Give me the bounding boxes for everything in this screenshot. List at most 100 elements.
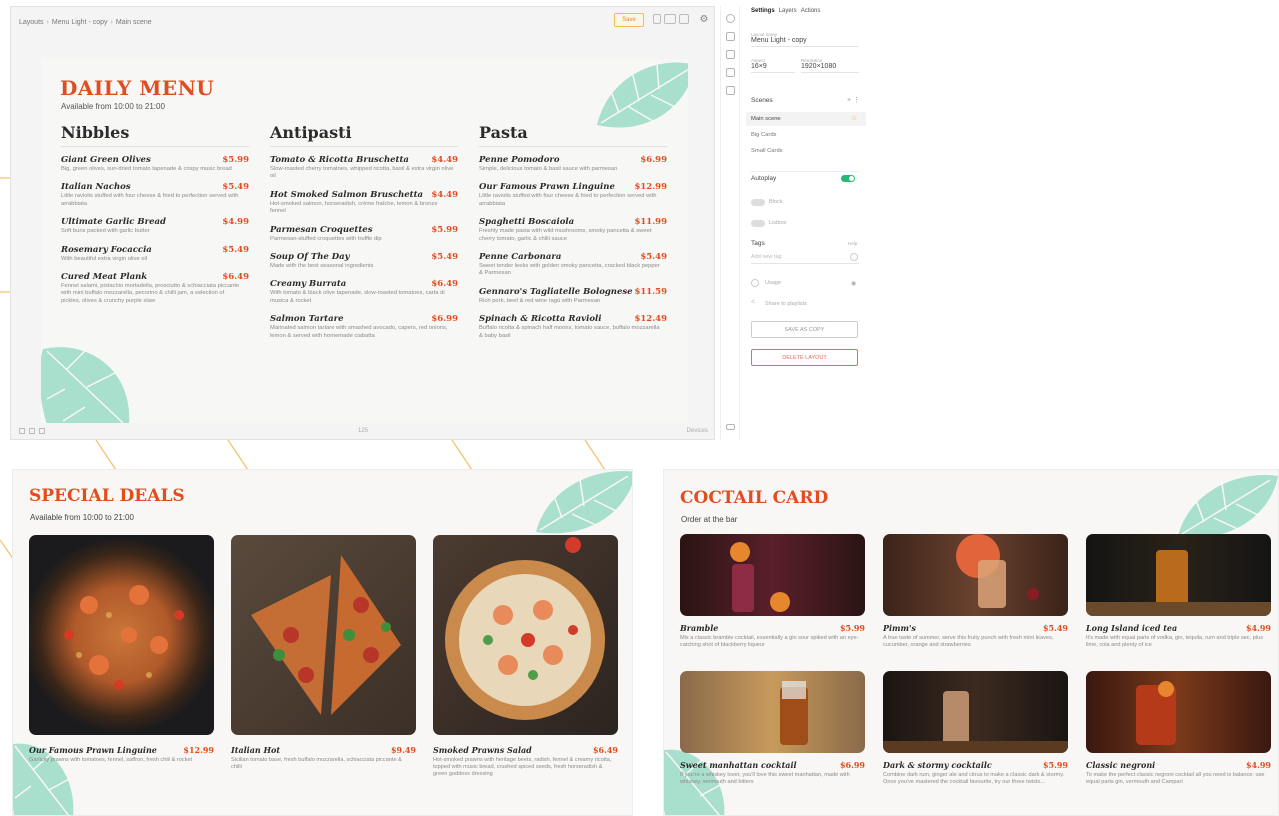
- scene-small-cards[interactable]: Small Cards: [746, 144, 866, 158]
- item-description: Buffalo ricotta & spinach half moons, to…: [479, 325, 660, 339]
- cocktail-description: If you're a whiskey lover, you'll love t…: [680, 772, 850, 785]
- cocktail-name: Dark & stormy cocktailc: [883, 760, 992, 770]
- breadcrumb-layouts[interactable]: Layouts: [19, 19, 44, 26]
- autoplay-toggle[interactable]: [841, 175, 855, 182]
- item-price: $6.99: [431, 314, 458, 325]
- tool-strip: [720, 6, 740, 440]
- usage-label[interactable]: Usage: [765, 280, 781, 286]
- item-description: With beautiful extra virgin olive oil: [61, 255, 148, 262]
- cocktail-price: $6.99: [839, 760, 865, 770]
- info-icon[interactable]: ◉: [851, 280, 856, 287]
- device-preview-toggle[interactable]: [653, 14, 689, 24]
- item-description: Sweet tender leeks with golden smoky pan…: [479, 263, 660, 277]
- add-tag-icon[interactable]: [850, 253, 858, 261]
- pizza-illustration: [251, 555, 401, 715]
- fit-icon[interactable]: [39, 428, 45, 434]
- pimms-illustration: [956, 534, 1039, 608]
- menu-item: Parmesan Croquettes $5.99 Parmesan-stuffed…: [270, 225, 458, 243]
- portrait-icon[interactable]: [653, 14, 661, 24]
- item-description: Little raviolis stuffed with four cheese…: [61, 193, 239, 207]
- item-description: Soft buns packed with garlic butter: [61, 228, 150, 235]
- item-name: Tomato & Ricotta Bruschetta: [270, 155, 409, 165]
- palette-icon[interactable]: [726, 14, 735, 23]
- cocktail-price: $5.99: [839, 623, 865, 633]
- widescreen-icon[interactable]: [679, 14, 689, 24]
- menu-column-pasta: Pasta Penne Pomodoro $6.99 Simple, delicio…: [479, 123, 667, 349]
- item-name: Italian Nachos: [61, 182, 131, 193]
- devices-link[interactable]: Devices: [687, 428, 708, 434]
- block-label: Block: [769, 199, 783, 205]
- zoom-level[interactable]: 125: [358, 428, 368, 434]
- coctail-card: COCTAIL CARD Order at the bar Bramble $5…: [663, 469, 1279, 816]
- long-island-photo: [1086, 534, 1271, 616]
- layers-icon[interactable]: [29, 428, 35, 434]
- cocktail-description: Mix a classic bramble cocktail, essentia…: [680, 635, 859, 648]
- cocktail-price: $4.99: [1245, 760, 1271, 770]
- text-icon[interactable]: [726, 50, 735, 59]
- layout-name-field[interactable]: Layout name Menu Light - copy: [751, 32, 859, 47]
- settings-panel: Settings Layers Actions Layout name Menu…: [741, 0, 869, 440]
- item-price: $4.49: [431, 189, 458, 200]
- menu-item: Rosemary Focaccia $5.49 With beautiful ext…: [61, 245, 249, 263]
- grid-icon[interactable]: [19, 428, 25, 434]
- tab-actions[interactable]: Actions: [801, 8, 821, 14]
- editor-bottombar: 125 Devices: [11, 425, 714, 439]
- block-toggle[interactable]: [751, 199, 765, 206]
- share-to-playlists-link[interactable]: Share to playlists: [765, 301, 807, 307]
- landscape-icon[interactable]: [664, 14, 676, 24]
- menu-item: Italian Nachos $5.49 Little raviolis stuff…: [61, 182, 249, 208]
- item-price: $5.49: [640, 252, 667, 263]
- delete-layout-button[interactable]: DELETE LAYOUT: [751, 349, 858, 366]
- deals-subtitle: Available from 10:00 to 21:00: [30, 513, 134, 522]
- menu-item: Gennaro's Tagliatelle Bolognese $11.59 Ric…: [479, 287, 667, 305]
- star-icon[interactable]: ☆: [851, 114, 857, 122]
- breadcrumb-scene: Main scene: [115, 18, 152, 26]
- deal-name: Our Famous Prawn Linguine: [29, 745, 157, 755]
- tags-input[interactable]: Add new tag: [751, 254, 859, 264]
- deal-price: $6.49: [592, 745, 618, 755]
- breadcrumb-layout-name[interactable]: Menu Light - copy: [52, 19, 108, 26]
- aspect-select[interactable]: 16×9: [751, 63, 795, 73]
- cocktail-name: Pimm's: [883, 623, 916, 633]
- resolution-field[interactable]: Resolution 1920×1080: [801, 58, 859, 73]
- scene-main[interactable]: Main scene: [746, 112, 866, 126]
- negroni-illustration: [1136, 681, 1176, 745]
- menu-item: Cured Meat Plank $6.49 Fennel salami, pist…: [61, 272, 249, 305]
- panel-tabs: Settings Layers Actions: [751, 8, 820, 14]
- cocktail-name: Sweet manhattan cocktail: [680, 760, 797, 770]
- menu-item: Creamy Burrata $6.49 With tomato & black o…: [270, 279, 458, 305]
- tab-settings[interactable]: Settings: [751, 8, 775, 14]
- tab-layers[interactable]: Layers: [779, 8, 797, 14]
- item-price: $6.99: [640, 155, 667, 165]
- add-scene-icon[interactable]: + ⋮: [847, 96, 860, 104]
- listbox-label: Listbox: [769, 220, 787, 226]
- classic-negroni-photo: [1086, 671, 1271, 753]
- deal-description: Sicilian tomato base, fresh buffalo mozz…: [231, 757, 402, 770]
- item-price: $6.49: [222, 272, 249, 283]
- tags-help-link[interactable]: Help: [848, 241, 857, 246]
- layout-name-input[interactable]: Menu Light - copy: [751, 37, 859, 47]
- menu-item: Our Famous Prawn Linguine $12.99 Little ra…: [479, 182, 667, 208]
- column-heading: Antipasti: [270, 123, 458, 147]
- item-name: Cured Meat Plank: [61, 272, 148, 283]
- cocktail-name: Bramble: [680, 623, 719, 633]
- deal-name: Italian Hot: [231, 745, 281, 755]
- item-name: Parmesan Croquettes: [270, 224, 373, 235]
- widget-icon[interactable]: [726, 86, 735, 95]
- menu-item: Tomato & Ricotta Bruschetta $4.49 Slow-roa…: [270, 155, 458, 181]
- listbox-toggle[interactable]: [751, 220, 765, 227]
- save-as-copy-button[interactable]: SAVE AS COPY: [751, 321, 858, 338]
- item-name: Ultimate Garlic Bread: [61, 217, 166, 228]
- aspect-field[interactable]: Aspect 16×9: [751, 58, 795, 73]
- save-button[interactable]: Save: [614, 13, 644, 27]
- gear-icon[interactable]: ⚙: [698, 14, 710, 26]
- prawn-linguine-photo: [29, 535, 214, 735]
- item-price: $4.49: [431, 155, 458, 165]
- scene-big-cards[interactable]: Big Cards: [746, 128, 866, 142]
- screen-icon[interactable]: [726, 32, 735, 41]
- image-icon[interactable]: [726, 68, 735, 77]
- tags-label: Tags: [751, 240, 765, 247]
- collapse-icon[interactable]: [726, 424, 735, 430]
- resolution-select[interactable]: 1920×1080: [801, 63, 859, 73]
- menu-item: Salmon Tartare $6.99 Marinated salmon tart…: [270, 314, 458, 340]
